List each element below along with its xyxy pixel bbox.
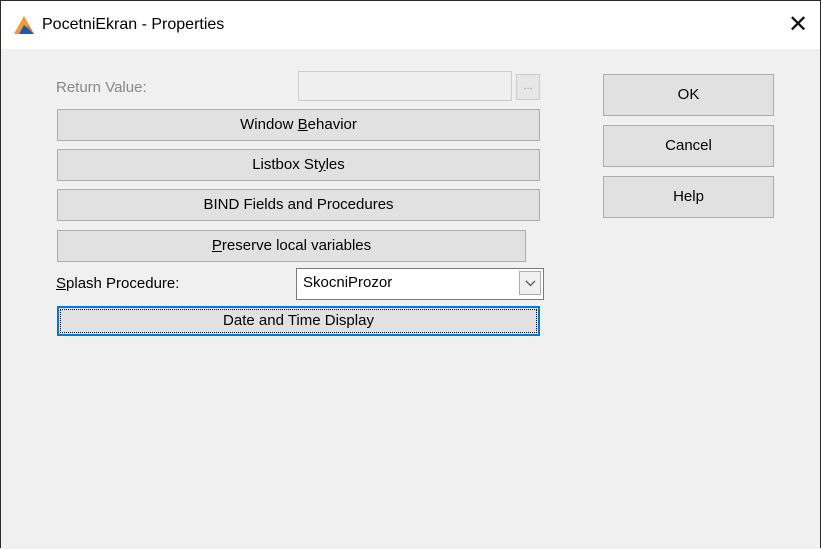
window-behavior-label-pre: Window [240, 116, 298, 133]
preserve-local-variables-button[interactable]: Preserve local variables [57, 230, 526, 262]
splash-label-post: plash Procedure: [66, 275, 180, 292]
preserve-locals-label-post: reserve local variables [221, 237, 372, 254]
return-value-lookup-button: ... [516, 74, 540, 100]
dropdown-arrow-button[interactable] [519, 271, 541, 295]
listbox-styles-accel: y [318, 156, 326, 173]
date-time-display-button[interactable]: Date and Time Display [57, 306, 540, 336]
focus-rectangle [60, 309, 537, 333]
listbox-styles-label-pre: Listbox St [252, 156, 319, 173]
splash-procedure-value: SkocniProzor [303, 274, 393, 291]
splash-procedure-dropdown[interactable]: SkocniProzor [296, 268, 544, 300]
title-bar: PocetniEkran - Properties ✕ [1, 1, 820, 49]
close-icon[interactable]: ✕ [776, 9, 820, 39]
listbox-styles-button[interactable]: Listbox Styles [57, 149, 540, 181]
splash-procedure-label: Splash Procedure: [56, 274, 179, 294]
properties-dialog: PocetniEkran - Properties ✕ Return Value… [0, 0, 821, 548]
window-behavior-label-post: ehavior [307, 116, 357, 133]
chevron-down-icon [525, 280, 536, 287]
cancel-button[interactable]: Cancel [603, 125, 774, 167]
return-value-field [298, 71, 512, 101]
ok-button[interactable]: OK [603, 74, 774, 116]
listbox-styles-label-post: les [325, 156, 345, 173]
window-behavior-accel: B [297, 116, 308, 133]
preserve-locals-accel: P [211, 237, 222, 254]
return-value-label: Return Value: [56, 79, 147, 96]
bind-fields-button[interactable]: BIND Fields and Procedures [57, 189, 540, 221]
window-behavior-button[interactable]: Window Behavior [57, 109, 540, 141]
window-title: PocetniEkran - Properties [42, 16, 225, 33]
splash-label-accel: S [56, 275, 67, 292]
help-button[interactable]: Help [603, 176, 774, 218]
app-triangle-icon [14, 16, 34, 34]
